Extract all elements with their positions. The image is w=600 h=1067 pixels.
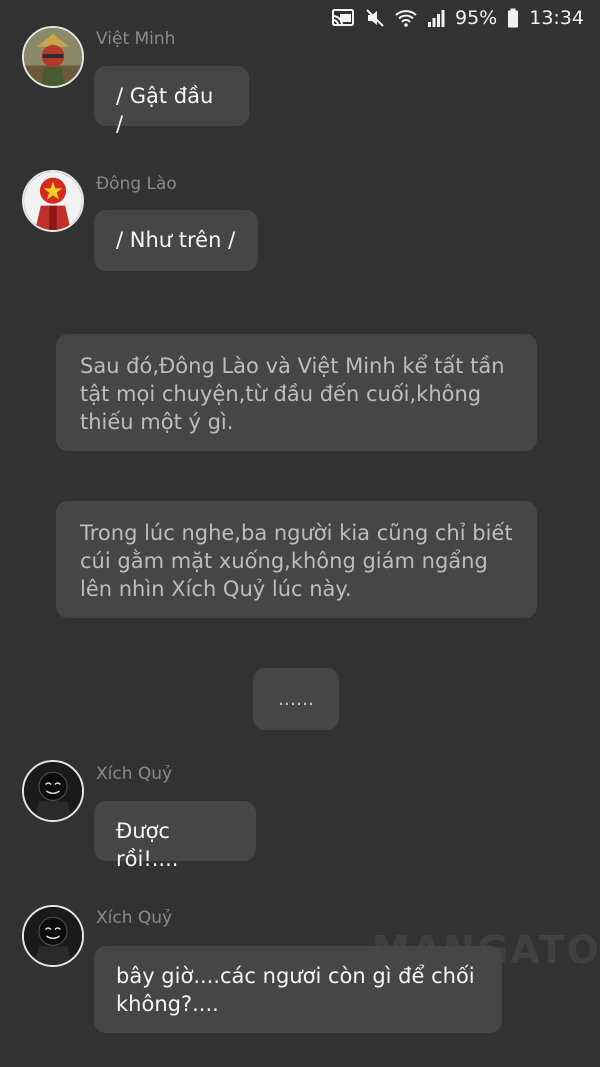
signal-icon <box>427 8 445 28</box>
narration-block: Sau đó,Đông Lào và Việt Minh kể tất tần … <box>56 334 537 451</box>
battery-icon <box>507 8 519 28</box>
avatar-xich-quy[interactable] <box>22 905 84 967</box>
message-bubble: bây giờ....các ngươi còn gì để chối khôn… <box>94 946 502 1033</box>
narration-block: Trong lúc nghe,ba người kia cũng chỉ biế… <box>56 501 537 618</box>
message-bubble: Được rồi!.... <box>94 801 256 871</box>
battery-percent: 95% <box>455 7 498 29</box>
sender-name: Xích Quỷ <box>96 764 173 784</box>
sender-name: Đông Lào <box>96 174 177 194</box>
xich-quy-avatar-icon <box>24 907 82 965</box>
ellipsis-narration: ...... <box>253 668 339 730</box>
viet-minh-avatar-icon <box>24 28 82 86</box>
message-bubble: / Gật đầu / <box>94 66 249 136</box>
avatar-dong-lao[interactable] <box>22 170 84 232</box>
sender-name: Xích Quỷ <box>96 908 173 928</box>
wifi-icon <box>395 8 417 28</box>
clock: 13:34 <box>529 7 584 29</box>
dong-lao-avatar-icon <box>24 172 82 230</box>
mute-icon <box>365 8 385 28</box>
sender-name: Việt Minh <box>96 29 176 49</box>
xich-quy-avatar-icon <box>24 762 82 820</box>
avatar-xich-quy[interactable] <box>22 760 84 822</box>
cast-icon <box>331 8 355 28</box>
message-bubble: / Như trên / <box>94 210 258 271</box>
status-bar: 95% 13:34 <box>331 0 600 36</box>
avatar-viet-minh[interactable] <box>22 26 84 88</box>
